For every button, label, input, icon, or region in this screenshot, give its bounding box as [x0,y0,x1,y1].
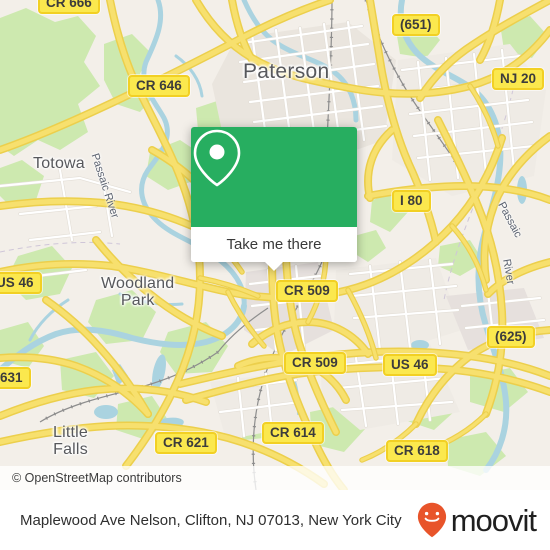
highway-shield-us-46-west[interactable]: US 46 [0,272,42,294]
popup-card-header [191,127,357,227]
highway-shield-cr-509-south[interactable]: CR 509 [284,352,346,374]
take-me-there-label: Take me there [226,236,322,253]
highway-shield-us-46-east[interactable]: US 46 [383,354,437,376]
highway-shield-cr-621[interactable]: CR 621 [155,432,217,454]
highway-shield-i-80[interactable]: I 80 [392,190,431,212]
highway-shield-651[interactable]: (651) [392,14,440,36]
map-attribution-bar: © OpenStreetMap contributors [0,466,550,490]
map-canvas[interactable]: .park{fill:#cde9af;} .water{fill:#aad3e0… [0,0,550,490]
popup-card-tail [264,261,284,271]
moovit-smiley-pin-icon [417,502,446,538]
openstreetmap-attribution[interactable]: © OpenStreetMap contributors [0,471,182,485]
location-popup-card[interactable]: Take me there [191,127,357,271]
highway-shield-cr-646[interactable]: CR 646 [128,75,190,97]
address-text: Maplewood Ave Nelson, Clifton, NJ 07013,… [20,511,402,529]
highway-shield-nj-20[interactable]: NJ 20 [492,68,545,90]
map-screen: .park{fill:#cde9af;} .water{fill:#aad3e0… [0,0,550,550]
popup-card-body: Take me there [191,127,357,262]
footer-bar: Maplewood Ave Nelson, Clifton, NJ 07013,… [0,490,550,550]
highway-shield-cr-509-north[interactable]: CR 509 [276,280,338,302]
moovit-logo[interactable]: moovit [417,502,537,538]
highway-shield-cr-618[interactable]: CR 618 [386,440,448,462]
popup-card-footer[interactable]: Take me there [191,227,357,262]
map-pin-icon [193,129,241,187]
highway-shield-625[interactable]: (625) [487,326,535,348]
moovit-wordmark: moovit [450,502,537,538]
highway-shield-cr-614[interactable]: CR 614 [262,422,324,444]
highway-shield-cr-666[interactable]: CR 666 [38,0,100,14]
highway-shield-631[interactable]: 631 [0,367,31,389]
